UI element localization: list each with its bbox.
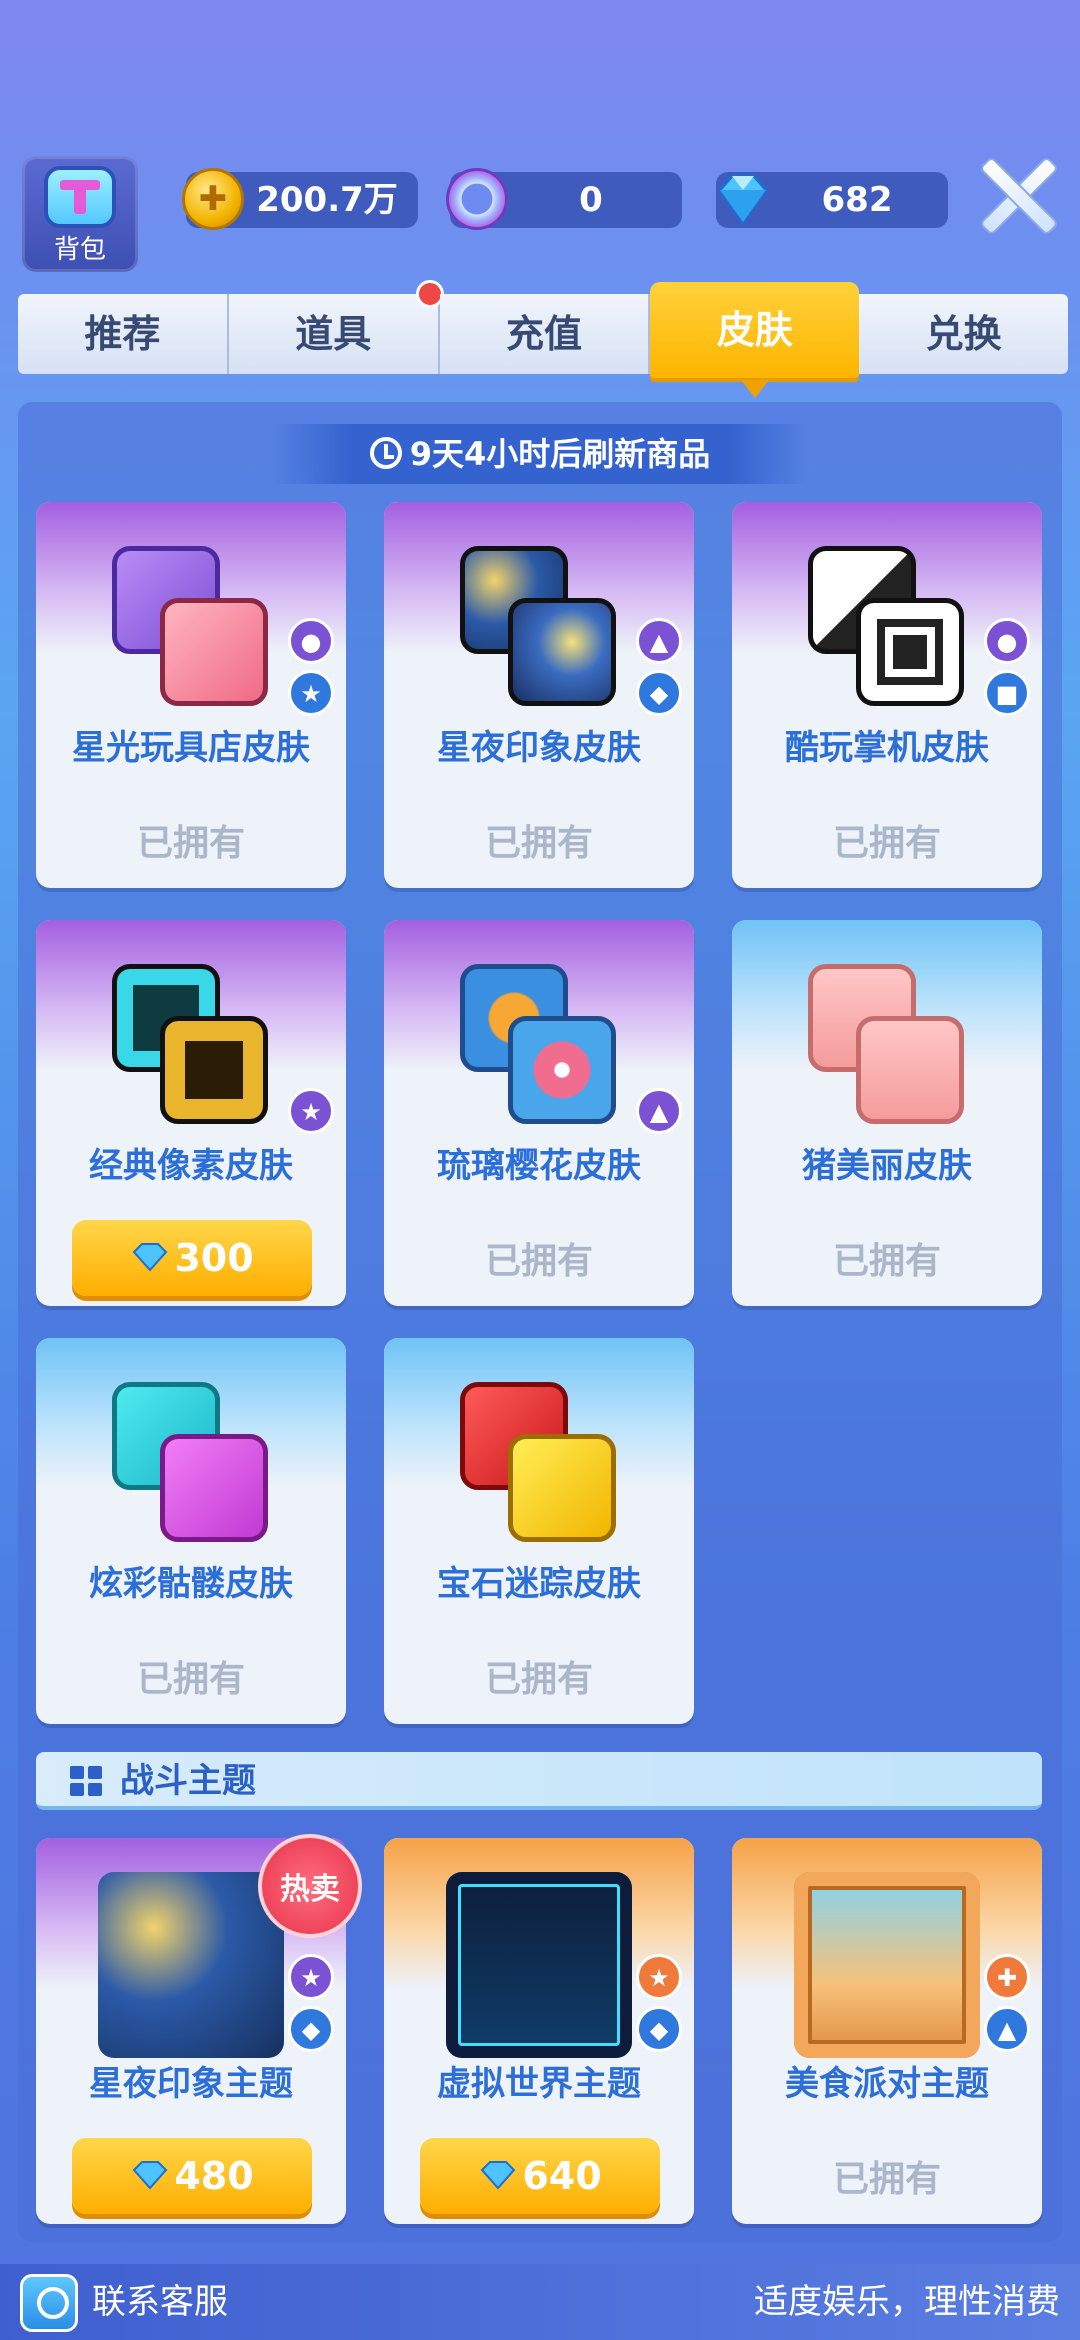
controller-badge-icon: ■ [984, 670, 1030, 716]
gold-coin-icon [182, 168, 244, 230]
tab-recharge[interactable]: 充值 [439, 294, 651, 374]
gold-counter[interactable]: 200.7万 [182, 168, 418, 230]
owned-label: 已拥有 [484, 823, 593, 864]
skull-block-icon [160, 1434, 268, 1542]
owned-label: 已拥有 [832, 2159, 941, 2200]
customer-service-link[interactable]: 联系客服 [92, 2264, 228, 2340]
bear-block-icon [160, 598, 268, 706]
ring-counter[interactable]: 0 [446, 168, 682, 230]
star-badge-icon: ★ [288, 670, 334, 716]
upgrade-badge-icon: ▲ [636, 1088, 682, 1134]
theme-preview-image [794, 1872, 980, 2058]
heal-badge-icon: ✚ [984, 1954, 1030, 2000]
sakura-block-icon [508, 1016, 616, 1124]
clock-icon [369, 437, 402, 469]
tab-items[interactable]: 道具 [228, 280, 444, 374]
backpack-label: 背包 [53, 235, 106, 265]
topaz-block-icon [508, 1434, 616, 1542]
owned-label: 已拥有 [832, 823, 941, 864]
upgrade-badge-icon: ▲ [636, 618, 682, 664]
gold-value: 200.7万 [256, 180, 398, 220]
skin-card-glass-sakura[interactable]: ▲ 琉璃樱花皮肤 已拥有 [384, 920, 694, 1306]
buy-button[interactable]: 300 [72, 1220, 312, 1296]
ring-value: 0 [579, 180, 603, 220]
diamond-icon [718, 174, 768, 225]
skin-card-gem-maze[interactable]: 宝石迷踪皮肤 已拥有 [384, 1338, 694, 1724]
refresh-timer-text: 9天4小时后刷新商品 [409, 435, 711, 473]
theme-title: 虚拟世界主题 [437, 2064, 641, 2104]
handheld-block-icon [856, 598, 964, 706]
shop-tabs: 推荐 道具 充值 皮肤 兑换 [18, 280, 1068, 398]
buy-price: 480 [174, 2154, 254, 2198]
owned-label: 已拥有 [832, 1241, 941, 1282]
skin-title: 星光玩具店皮肤 [72, 728, 310, 768]
buy-price: 300 [174, 1236, 254, 1280]
refresh-timer-banner: 9天4小时后刷新商品 [270, 424, 810, 484]
healthy-gaming-notice: 适度娱乐，理性消费 [754, 2282, 1060, 2322]
skin-card-pig-beauty[interactable]: 猪美丽皮肤 已拥有 [732, 920, 1042, 1306]
theme-title: 美食派对主题 [785, 2064, 989, 2104]
star-badge-icon: ★ [288, 1088, 334, 1134]
skin-title: 经典像素皮肤 [89, 1146, 293, 1186]
mic-badge-icon: ● [984, 618, 1030, 664]
close-icon[interactable] [976, 154, 1056, 234]
theme-card-virtual-world[interactable]: ★ ◆ 虚拟世界主题 640 [384, 1838, 694, 2224]
buy-price: 640 [522, 2154, 602, 2198]
star-badge-icon: ★ [636, 1954, 682, 2000]
theme-title: 星夜印象主题 [89, 2064, 293, 2104]
theme-preview-image [98, 1872, 284, 2058]
backpack-icon [44, 166, 116, 228]
pixel-block-icon [160, 1016, 268, 1124]
hot-sale-badge: 热卖 [258, 1834, 362, 1938]
theme-card-food-party[interactable]: ✚ ▲ 美食派对主题 已拥有 [732, 1838, 1042, 2224]
diamond-icon [132, 2160, 168, 2190]
diamond-counter[interactable]: 682 [716, 172, 948, 228]
owned-label: 已拥有 [136, 1659, 245, 1700]
skin-title: 宝石迷踪皮肤 [437, 1564, 641, 1604]
upgrade-badge-icon: ▲ [984, 2006, 1030, 2052]
starry-block-icon [508, 598, 616, 706]
skin-title: 酷玩掌机皮肤 [785, 728, 989, 768]
skin-title: 星夜印象皮肤 [437, 728, 641, 768]
diamond-icon [480, 2160, 516, 2190]
buy-button[interactable]: 480 [72, 2138, 312, 2214]
ring-token-icon [446, 168, 508, 230]
backpack-button[interactable]: 背包 [22, 156, 138, 272]
owned-label: 已拥有 [136, 823, 245, 864]
skin-card-starlight-toy[interactable]: ● ★ 星光玩具店皮肤 已拥有 [36, 502, 346, 888]
skin-title: 炫彩骷髅皮肤 [89, 1564, 293, 1604]
skin-card-colorful-skull[interactable]: 炫彩骷髅皮肤 已拥有 [36, 1338, 346, 1724]
tab-recommend[interactable]: 推荐 [18, 294, 229, 374]
section-title: 战斗主题 [120, 1761, 256, 1801]
owned-label: 已拥有 [484, 1659, 593, 1700]
owned-label: 已拥有 [484, 1241, 593, 1282]
top-bar: 背包 200.7万 0 682 [0, 150, 1080, 280]
diamond-value: 682 [821, 180, 893, 220]
diamond-icon [132, 1242, 168, 1272]
exp-badge-icon: ◆ [636, 670, 682, 716]
theme-preview-image [446, 1872, 632, 2058]
bottom-bar: 联系客服 适度娱乐，理性消费 [0, 2264, 1080, 2340]
skin-card-starry-night[interactable]: ▲ ◆ 星夜印象皮肤 已拥有 [384, 502, 694, 888]
buy-button[interactable]: 640 [420, 2138, 660, 2214]
tab-items-label: 道具 [295, 312, 372, 356]
pig-block-icon [856, 1016, 964, 1124]
exp-badge-icon: ◆ [288, 2006, 334, 2052]
grid-icon [70, 1766, 104, 1798]
battle-theme-header: 战斗主题 [36, 1752, 1042, 1810]
customer-service-icon[interactable] [20, 2274, 78, 2332]
star-badge-icon: ★ [288, 1954, 334, 2000]
skin-title: 猪美丽皮肤 [802, 1146, 972, 1186]
tab-skins[interactable]: 皮肤 [650, 282, 860, 398]
skin-title: 琉璃樱花皮肤 [437, 1146, 641, 1186]
exp-badge-icon: ◆ [636, 2006, 682, 2052]
mic-badge-icon: ● [288, 618, 334, 664]
skin-card-classic-pixel[interactable]: ★ 经典像素皮肤 300 [36, 920, 346, 1306]
tab-exchange[interactable]: 兑换 [859, 294, 1068, 374]
skin-card-cool-handheld[interactable]: ● ■ 酷玩掌机皮肤 已拥有 [732, 502, 1042, 888]
